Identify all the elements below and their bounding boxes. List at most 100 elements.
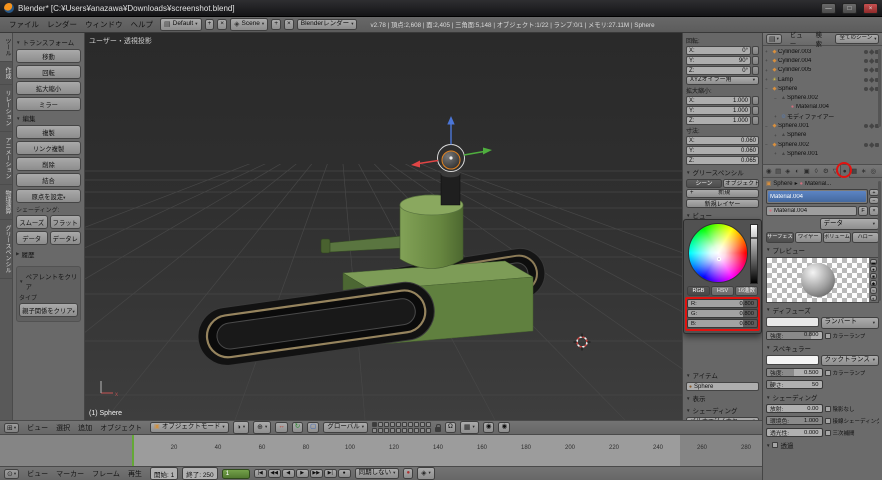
outliner-item-row[interactable]: + ◆ Cylinder.003 [763,47,882,56]
sync-mode-dropdown[interactable]: 同期しない▾ [355,468,400,480]
menu-item[interactable]: ファイル [5,19,43,30]
lock-icon[interactable] [752,96,759,105]
layer-dot[interactable] [408,428,413,433]
add-layout-button[interactable]: + [205,19,215,30]
data-layout-transfer-button[interactable]: データレ [50,231,82,245]
data-transfer-button[interactable]: データ [16,231,48,245]
title-bar[interactable]: Blender* [C:¥Users¥anazawa¥Downloads¥scr… [0,0,882,17]
layer-dot[interactable] [414,422,419,427]
outliner-item-row[interactable]: + ☀ Lamp [763,75,882,84]
preview-sphere-button[interactable]: ● [870,266,877,272]
menu-item[interactable]: ウィンドウ [81,19,127,30]
rotation-axis-field[interactable]: Y:90° [686,56,751,65]
color-mode-tab[interactable]: RGB [687,286,710,296]
shading-panel-header[interactable]: ▼シェーディング [686,405,759,415]
selectability-toggle-icon[interactable] [869,58,874,63]
scene-selector[interactable]: ◈ Scene ▾ [230,18,268,30]
color-mode-tab[interactable]: HSV [711,286,734,296]
scale-button[interactable]: 拡大縮小 [16,81,81,95]
outliner-display-mode-dropdown[interactable]: 全てのシーン▾ [835,34,879,44]
outliner-item-row[interactable]: + ◆ Cylinder.004 [763,56,882,65]
viewport-canvas[interactable]: x [85,33,682,420]
manipulator-rotate-button[interactable]: ↻ [292,422,303,433]
frame-end-field[interactable]: 終了: 250 [182,467,217,480]
tool-shelf-tab[interactable]: アニメーション [0,132,12,185]
scene-icon[interactable]: ◈ [783,165,793,178]
material-link-dropdown[interactable]: データ▾ [820,218,880,230]
layer-dot[interactable] [372,422,377,427]
layer-dot[interactable] [378,422,383,427]
breadcrumb-object[interactable]: Sphere [773,181,792,187]
material-slot-list[interactable]: Material.004 [766,189,868,204]
specular-color-swatch[interactable] [766,355,819,365]
diffuse-panel-header[interactable]: ▼ディフューズ [766,305,879,315]
gp-new-button[interactable]: +新規 [686,189,759,198]
layer-dot[interactable] [390,422,395,427]
editor-type-button[interactable]: ⊞▾ [4,423,19,433]
color-channel-slider[interactable]: G: 0.800 [687,309,758,318]
grease-pencil-panel-header[interactable]: ▼グリースペンシル [686,167,759,177]
layer-dot[interactable] [390,428,395,433]
add-scene-button[interactable]: + [271,19,281,30]
layer-dot[interactable] [396,422,401,427]
rotation-axis-field[interactable]: X:0° [686,46,751,55]
menu-item[interactable]: オブジェクト [96,422,146,434]
preview-panel-header[interactable]: ▼プレビュー [766,245,879,255]
preview-cube-button[interactable]: ■ [870,273,877,279]
tool-shelf-tab[interactable]: グリースペンシル [0,220,12,279]
sphere-object[interactable] [442,151,460,169]
menu-item[interactable]: ビュー [786,29,812,49]
current-frame-field[interactable]: 1 [222,469,250,479]
dimension-axis-field[interactable]: Y:0.060 [686,146,759,155]
shade-flat-button[interactable]: フラット [50,215,82,229]
viewport-shading-button[interactable]: ◑▾ [233,421,250,433]
translucency-slider[interactable]: 透光性:0.000 [766,428,823,437]
delete-scene-button[interactable]: × [284,19,294,30]
edit-panel-header[interactable]: ▼編集 [16,113,81,123]
layer-dot[interactable] [372,428,377,433]
material-slot-selected[interactable]: Material.004 [768,191,866,202]
play-reverse-button[interactable]: ◀ [282,469,295,478]
layer-dot[interactable] [378,428,383,433]
prev-keyframe-button[interactable]: ◀◀ [268,469,281,478]
auto-keyframe-record-button[interactable]: ● [403,468,413,478]
layer-dot[interactable] [402,422,407,427]
next-keyframe-button[interactable]: ▶▶ [310,469,323,478]
texture-icon[interactable]: ▦ [850,165,860,178]
visibility-toggle-icon[interactable] [864,87,868,91]
transparency-checkbox[interactable] [772,442,778,448]
material-type-tab[interactable]: ハロー [852,232,880,243]
manipulator-translate-button[interactable]: ↔ [275,422,288,433]
tangent-shading-checkbox[interactable] [825,418,831,424]
menu-item[interactable]: ビュー [23,468,52,480]
jump-to-end-button[interactable]: ▶| [324,469,337,478]
lock-icon[interactable] [752,46,759,55]
world-icon[interactable]: ◐ [793,165,803,178]
lock-icon[interactable] [752,66,759,75]
outliner-item-row[interactable]: ● Material.004 [763,103,882,112]
duplicate-linked-button[interactable]: リンク複製 [16,141,81,155]
layer-dot[interactable] [384,428,389,433]
color-channel-slider[interactable]: R: 0.800 [687,299,758,308]
close-button[interactable]: × [863,3,878,14]
clear-parent-type-dropdown[interactable]: 親子関係をクリア▾ [19,303,78,317]
selectability-toggle-icon[interactable] [869,68,874,73]
gp-new-layer-button[interactable]: 新規レイヤー [686,199,759,208]
layer-dot[interactable] [384,422,389,427]
menu-item[interactable]: レンダー [43,19,81,30]
rotation-axis-field[interactable]: Z:0° [686,66,751,75]
menu-item[interactable]: 選択 [52,422,74,434]
particles-icon[interactable]: ∗ [859,165,869,178]
item-panel-header[interactable]: ▼アイテム [686,370,759,380]
outliner-item-row[interactable]: − ◆ Sphere.001 [763,121,882,130]
object-name-field[interactable]: ●Sphere [686,382,759,391]
manipulator-center-dot[interactable] [449,156,452,159]
jump-to-start-button[interactable]: |◀ [254,469,267,478]
visibility-toggle-icon[interactable] [864,50,868,54]
scale-axis-field[interactable]: Z:1.000 [686,116,751,125]
object-tab-icon[interactable]: ▣ [802,165,812,178]
manipulator-scale-button[interactable]: ▢ [307,422,319,433]
dimension-axis-field[interactable]: Z:0.065 [686,156,759,165]
mirror-button[interactable]: ミラー [16,97,81,111]
menu-item[interactable]: 再生 [124,468,146,480]
